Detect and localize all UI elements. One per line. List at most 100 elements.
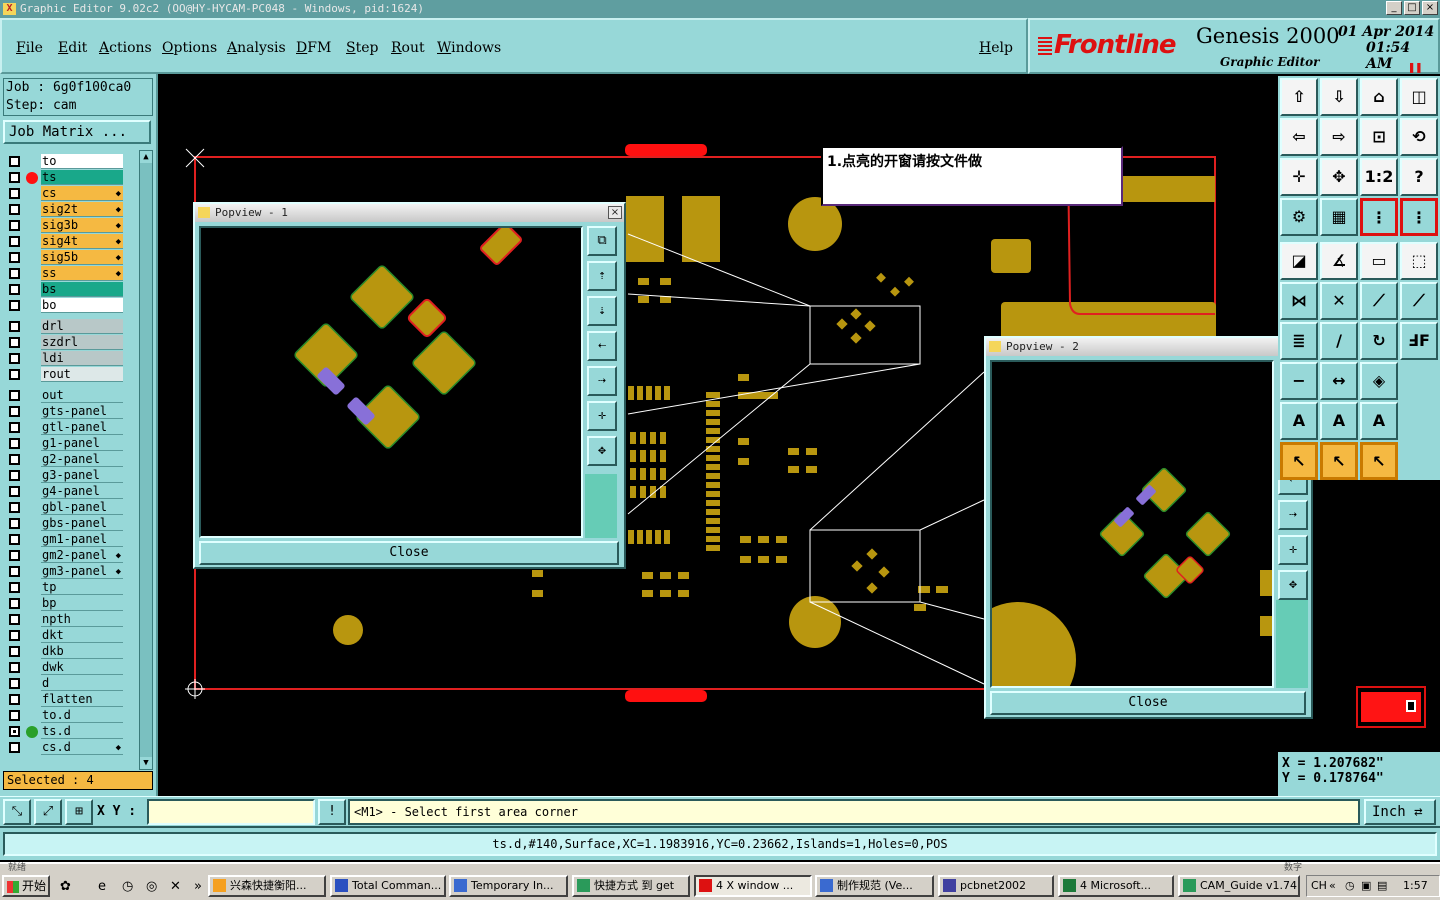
layer-name[interactable]: d bbox=[41, 676, 123, 691]
ruler-icon[interactable]: ▭ bbox=[1360, 242, 1398, 280]
pan-left-icon[interactable]: ⇦ bbox=[1280, 118, 1318, 156]
layer-checkbox[interactable] bbox=[9, 252, 20, 263]
layer-row[interactable]: dkt bbox=[5, 628, 125, 643]
layer-name[interactable]: gts-panel bbox=[41, 404, 123, 419]
layer-name[interactable]: npth bbox=[41, 612, 123, 627]
layer-name[interactable]: g3-panel bbox=[41, 468, 123, 483]
layer-checkbox[interactable] bbox=[9, 646, 20, 657]
layer-row[interactable]: g3-panel bbox=[5, 468, 125, 483]
layer-row[interactable]: gbl-panel bbox=[5, 500, 125, 515]
layer-row[interactable]: g2-panel bbox=[5, 452, 125, 467]
layer-checkbox[interactable] bbox=[9, 742, 20, 753]
layer-checkbox[interactable] bbox=[9, 353, 20, 364]
tools-icon[interactable]: ⚙ bbox=[1280, 198, 1318, 236]
layer-name[interactable]: sig3b ◆ bbox=[41, 218, 123, 233]
layer-name[interactable]: bo bbox=[41, 298, 123, 313]
layer-name[interactable]: ts bbox=[41, 170, 123, 185]
quicklaunch-x-icon[interactable]: ✕ bbox=[170, 879, 181, 894]
layer-checkbox[interactable] bbox=[9, 390, 20, 401]
layer-checkbox[interactable] bbox=[9, 470, 20, 481]
layer-row[interactable]: out bbox=[5, 388, 125, 403]
zoom-in-icon[interactable]: ✛ bbox=[1280, 158, 1318, 196]
popview-zoom-out-icon[interactable]: ✥ bbox=[1278, 570, 1308, 600]
menu-file[interactable]: File bbox=[16, 40, 43, 56]
layer-name[interactable]: g4-panel bbox=[41, 484, 123, 499]
layer-name[interactable]: gtl-panel bbox=[41, 420, 123, 435]
layer-name[interactable]: sig5b ◆ bbox=[41, 250, 123, 265]
layer-checkbox[interactable] bbox=[9, 710, 20, 721]
pause-icon[interactable]: ❚❚ bbox=[1408, 60, 1422, 74]
minimize-button[interactable]: _ bbox=[1386, 1, 1402, 15]
popview-zoom-in-icon[interactable]: ✛ bbox=[1278, 535, 1308, 565]
layer-row[interactable]: gm3-panel ◆ bbox=[5, 564, 125, 579]
taskbar-button[interactable]: 制作规范 (Ve... bbox=[815, 875, 934, 897]
layer-checkbox[interactable] bbox=[9, 630, 20, 641]
quicklaunch-clock-icon[interactable]: ◷ bbox=[122, 879, 133, 894]
layer-row[interactable]: g1-panel bbox=[5, 436, 125, 451]
layer-stack-icon[interactable]: ≣ bbox=[1280, 322, 1318, 360]
layer-name[interactable]: dwk bbox=[41, 660, 123, 675]
zoom-out-icon[interactable]: ✥ bbox=[1320, 158, 1358, 196]
snap-icon[interactable]: ◪ bbox=[1280, 242, 1318, 280]
menu-edit[interactable]: Edit bbox=[58, 40, 87, 56]
layer-row[interactable]: dkb bbox=[5, 644, 125, 659]
text-a-3-icon[interactable]: A bbox=[1360, 402, 1398, 440]
layer-checkbox[interactable] bbox=[9, 694, 20, 705]
scroll-down-arrow-icon[interactable]: ▼ bbox=[140, 757, 152, 769]
popview-2-close-button[interactable]: Close bbox=[990, 691, 1306, 715]
layer-checkbox[interactable] bbox=[9, 518, 20, 529]
layer-checkbox[interactable] bbox=[9, 321, 20, 332]
layer-checkbox[interactable] bbox=[9, 406, 20, 417]
layer-row[interactable]: gbs-panel bbox=[5, 516, 125, 531]
quicklaunch-ie-icon[interactable]: e bbox=[98, 879, 106, 894]
pointer-select-2-icon[interactable]: ↖ bbox=[1320, 442, 1358, 480]
layer-checkbox[interactable] bbox=[9, 438, 20, 449]
popview-pan-right-icon[interactable]: ⇢ bbox=[1278, 500, 1308, 530]
layer-checkbox[interactable] bbox=[9, 284, 20, 295]
layer-name[interactable]: g2-panel bbox=[41, 452, 123, 467]
layer-name[interactable]: tp bbox=[41, 580, 123, 595]
popview-zoom-out-icon[interactable]: ✥ bbox=[587, 436, 617, 466]
select-dotted-icon[interactable]: ⬚ bbox=[1400, 242, 1438, 280]
layer-checkbox[interactable] bbox=[9, 300, 20, 311]
layer-checkbox[interactable] bbox=[9, 369, 20, 380]
layer-row[interactable]: flatten bbox=[5, 692, 125, 707]
dimension-icon[interactable]: ↔ bbox=[1320, 362, 1358, 400]
arc-icon[interactable]: ↻ bbox=[1360, 322, 1398, 360]
popview-pan-up-icon[interactable]: ⇡ bbox=[587, 261, 617, 291]
layer-row[interactable]: szdrl bbox=[5, 335, 125, 350]
layer-checkbox[interactable] bbox=[9, 662, 20, 673]
zoom-center-icon[interactable]: ⊡ bbox=[1360, 118, 1398, 156]
layer-checkbox[interactable] bbox=[9, 502, 20, 513]
layer-row[interactable]: to.d bbox=[5, 708, 125, 723]
layer-checkbox[interactable] bbox=[9, 566, 20, 577]
taskbar-button[interactable]: pcbnet2002 bbox=[938, 875, 1054, 897]
text-a-icon[interactable]: A bbox=[1280, 402, 1318, 440]
menu-actions[interactable]: Actions bbox=[99, 40, 152, 56]
layer-name[interactable]: szdrl bbox=[41, 335, 123, 350]
layer-name[interactable]: dkb bbox=[41, 644, 123, 659]
layer-row[interactable]: gtl-panel bbox=[5, 420, 125, 435]
taskbar-button[interactable]: 快捷方式 到 get bbox=[572, 875, 690, 897]
alert-icon[interactable]: ! bbox=[318, 799, 346, 825]
layer-name[interactable]: gbs-panel bbox=[41, 516, 123, 531]
layer-row[interactable]: sig2t ◆ bbox=[5, 202, 125, 217]
layer-name[interactable]: drl bbox=[41, 319, 123, 334]
redraw-icon[interactable]: ⟲ bbox=[1400, 118, 1438, 156]
tray-monitor-icon[interactable]: ▤ bbox=[1377, 876, 1387, 896]
popview-1-titlebar[interactable]: Popview - 1 × bbox=[195, 204, 624, 222]
layer-row[interactable]: ts bbox=[5, 170, 125, 185]
popview-zoom-window-icon[interactable]: ⧉ bbox=[587, 226, 617, 256]
window-split-icon[interactable]: ◫ bbox=[1400, 78, 1438, 116]
minus-icon[interactable]: − bbox=[1280, 362, 1318, 400]
layer-name[interactable]: dkt bbox=[41, 628, 123, 643]
layer-checkbox[interactable] bbox=[9, 534, 20, 545]
menu-windows[interactable]: Windows bbox=[437, 40, 501, 56]
layer-name[interactable]: bp bbox=[41, 596, 123, 611]
layer-row[interactable]: d bbox=[5, 676, 125, 691]
layer-checkbox[interactable] bbox=[9, 582, 20, 593]
taskbar-button[interactable]: 4 Microsoft... bbox=[1058, 875, 1174, 897]
shapes-icon[interactable]: ◈ bbox=[1360, 362, 1398, 400]
layer-row[interactable]: bp bbox=[5, 596, 125, 611]
layer-name[interactable]: to bbox=[41, 154, 123, 169]
